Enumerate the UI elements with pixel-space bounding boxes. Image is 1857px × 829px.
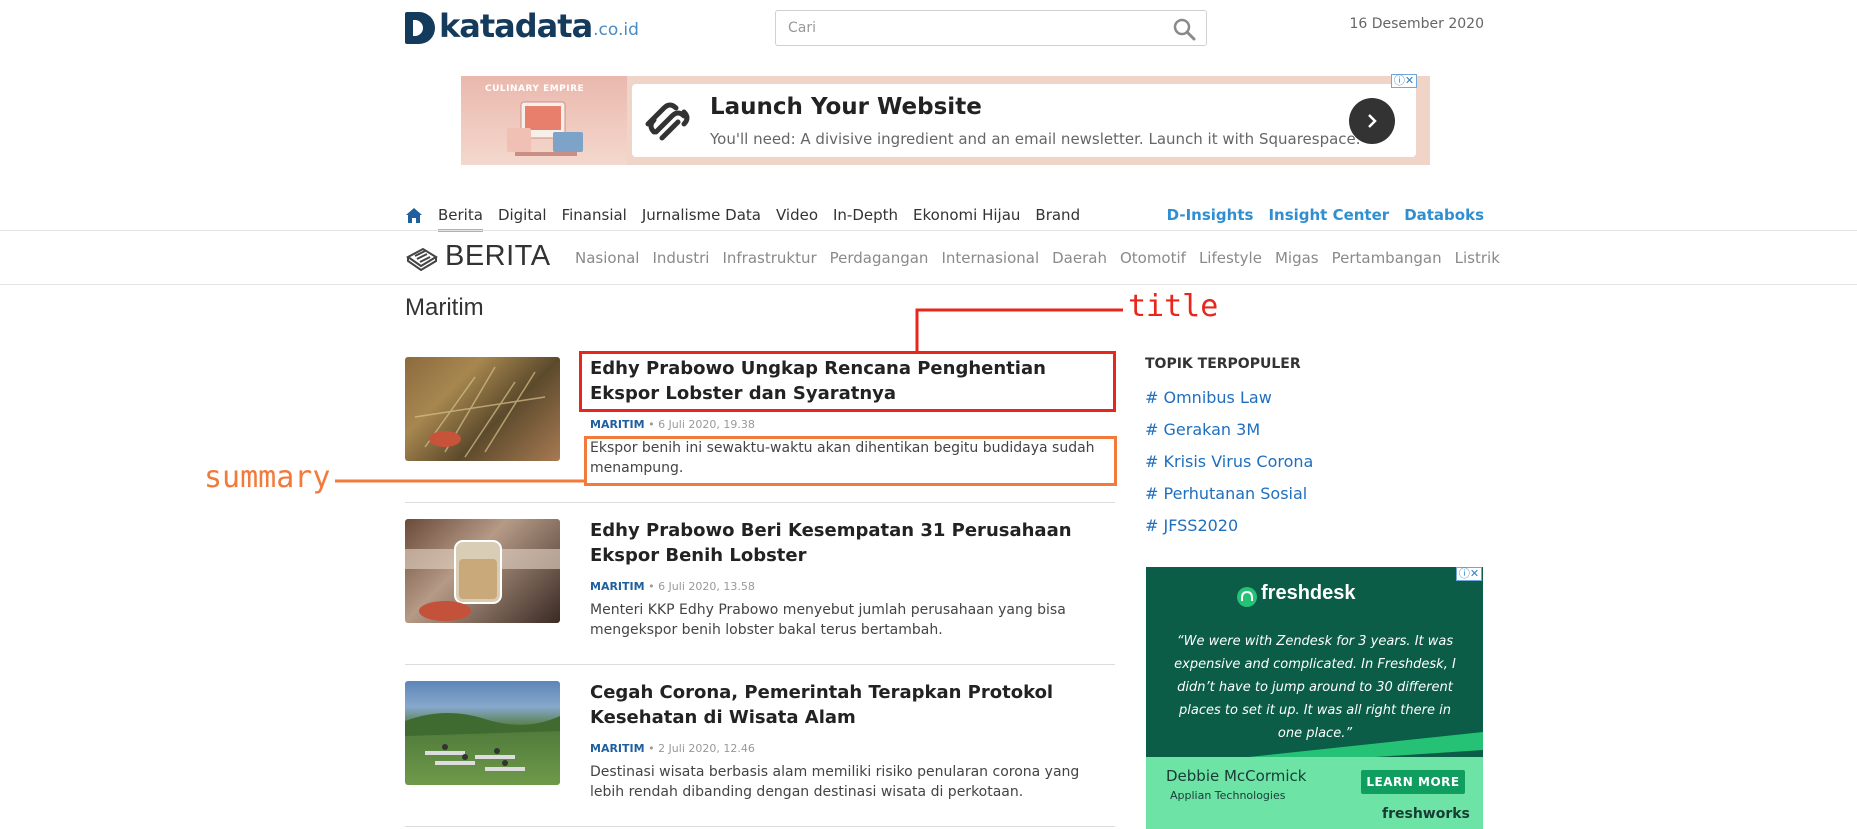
search-box <box>775 10 1207 46</box>
article-meta: MARITIM • 6 Juli 2020, 13.58 <box>590 580 755 593</box>
article-thumbnail[interactable] <box>405 519 560 623</box>
ad2-company: Applian Technologies <box>1170 789 1286 802</box>
logo-tld: .co.id <box>593 20 639 40</box>
topic-link[interactable]: # Perhutanan Sosial <box>1145 484 1307 503</box>
summary-annotation-box <box>584 436 1117 486</box>
article-divider <box>405 502 1115 503</box>
topic-link[interactable]: # Omnibus Law <box>1145 388 1272 407</box>
article-item: Edhy Prabowo Beri Kesempatan 31 Perusaha… <box>405 518 1115 648</box>
nav-databoks[interactable]: Databoks <box>1404 206 1484 224</box>
article-title[interactable]: Cegah Corona, Pemerintah Terapkan Protok… <box>590 680 1115 730</box>
section-title: BERITA <box>445 240 551 272</box>
freshdesk-logo-icon <box>1237 587 1257 607</box>
subnav-lifestyle[interactable]: Lifestyle <box>1199 249 1262 267</box>
article-category[interactable]: MARITIM <box>590 580 645 593</box>
ad-next-button[interactable] <box>1349 98 1395 144</box>
summary-annotation-label: summary <box>204 460 331 495</box>
nav-ekonomi-hijau[interactable]: Ekonomi Hijau <box>913 206 1020 225</box>
subnav-migas[interactable]: Migas <box>1275 249 1319 267</box>
article-meta: MARITIM • 2 Juli 2020, 12.46 <box>590 742 755 755</box>
summary-annotation-connector <box>335 479 585 483</box>
section-divider <box>0 284 1857 285</box>
ad2-brand: freshdesk <box>1261 582 1356 604</box>
squarespace-logo-icon <box>645 102 690 141</box>
main-nav: Berita Digital Finansial Jurnalisme Data… <box>405 206 1080 232</box>
logo-text: katadata <box>439 7 593 45</box>
title-annotation-connector <box>915 308 1123 353</box>
subnav-internasional[interactable]: Internasional <box>941 249 1039 267</box>
subnav-nasional[interactable]: Nasional <box>575 249 639 267</box>
nav-video[interactable]: Video <box>776 206 818 225</box>
nav-in-depth[interactable]: In-Depth <box>833 206 898 225</box>
search-icon[interactable] <box>1172 17 1196 41</box>
page-heading: Maritim <box>405 294 484 321</box>
subnav-listrik[interactable]: Listrik <box>1455 249 1500 267</box>
article-divider <box>405 826 1115 827</box>
topic-link[interactable]: # JFSS2020 <box>1145 516 1238 535</box>
article-time: • 2 Juli 2020, 12.46 <box>648 742 755 755</box>
ad2-footer-brand: freshworks <box>1382 806 1470 822</box>
subnav-industri[interactable]: Industri <box>652 249 709 267</box>
nav-berita[interactable]: Berita <box>438 206 483 232</box>
subnav-daerah[interactable]: Daerah <box>1052 249 1107 267</box>
article-thumbnail[interactable] <box>405 681 560 785</box>
subnav-perdagangan[interactable]: Perdagangan <box>830 249 929 267</box>
article-category[interactable]: MARITIM <box>590 418 645 431</box>
top-banner-ad[interactable]: CULINARY EMPIRE Launch Your Website You'… <box>461 74 1430 165</box>
article-summary: Menteri KKP Edhy Prabowo menyebut jumlah… <box>590 602 1066 638</box>
nav-digital[interactable]: Digital <box>498 206 547 225</box>
current-date: 16 Desember 2020 <box>1349 16 1484 32</box>
article-title[interactable]: Edhy Prabowo Beri Kesempatan 31 Perusaha… <box>590 518 1115 568</box>
subnav-pertambangan[interactable]: Pertambangan <box>1332 249 1442 267</box>
search-input[interactable] <box>776 11 1156 45</box>
article-time: • 6 Juli 2020, 13.58 <box>648 580 755 593</box>
nav-right: D-Insights Insight Center Databoks <box>1167 206 1484 224</box>
nav-finansial[interactable]: Finansial <box>562 206 627 225</box>
ad-card[interactable]: Launch Your Website You'll need: A divis… <box>632 84 1416 157</box>
ad-thumb-text: CULINARY EMPIRE <box>485 84 585 94</box>
article-divider <box>405 664 1115 665</box>
topic-link[interactable]: # Gerakan 3M <box>1145 420 1260 439</box>
sidebar-ad[interactable]: freshdesk “We were with Zendesk for 3 ye… <box>1146 567 1483 829</box>
subnav-infrastruktur[interactable]: Infrastruktur <box>722 249 816 267</box>
sidebar-title: TOPIK TERPOPULER <box>1145 356 1301 372</box>
ad-title: Launch Your Website <box>710 94 982 120</box>
article-summary: Destinasi wisata berbasis alam memiliki … <box>590 764 1080 800</box>
topic-link[interactable]: # Krisis Virus Corona <box>1145 452 1313 471</box>
home-icon[interactable] <box>405 207 423 225</box>
article-meta: MARITIM • 6 Juli 2020, 19.38 <box>590 418 755 431</box>
chevron-right-icon <box>1368 114 1377 128</box>
nav-divider <box>0 230 1857 231</box>
article-item: Cegah Corona, Pemerintah Terapkan Protok… <box>405 680 1115 810</box>
article-category[interactable]: MARITIM <box>590 742 645 755</box>
nav-brand[interactable]: Brand <box>1035 206 1080 225</box>
nav-insight-center[interactable]: Insight Center <box>1268 206 1389 224</box>
title-annotation-label: title <box>1128 289 1219 324</box>
nav-jurnalisme-data[interactable]: Jurnalisme Data <box>642 206 761 225</box>
adchoices-icon[interactable]: ⓘ✕ <box>1456 567 1482 581</box>
section-subnav: Nasional Industri Infrastruktur Perdagan… <box>575 249 1500 267</box>
learn-more-button[interactable]: LEARN MORE <box>1361 770 1465 794</box>
title-annotation-box <box>579 351 1116 412</box>
article-time: • 6 Juli 2020, 19.38 <box>648 418 755 431</box>
article-thumbnail[interactable] <box>405 357 560 461</box>
newspaper-icon <box>406 247 438 271</box>
adchoices-icon[interactable]: ⓘ✕ <box>1391 74 1417 88</box>
site-logo[interactable]: katadata .co.id <box>405 8 639 44</box>
ad2-footer: Debbie McCormick Applian Technologies LE… <box>1146 757 1483 829</box>
ad2-quote: “We were with Zendesk for 3 years. It wa… <box>1174 634 1456 741</box>
ad-description: You'll need: A divisive ingredient and a… <box>710 130 1361 148</box>
subnav-otomotif[interactable]: Otomotif <box>1120 249 1186 267</box>
ad-product-illustration <box>507 101 583 156</box>
ad2-person: Debbie McCormick <box>1166 767 1307 785</box>
logo-d-icon <box>405 12 435 44</box>
nav-d-insights[interactable]: D-Insights <box>1167 206 1254 224</box>
ad-thumbnail: CULINARY EMPIRE <box>461 76 627 165</box>
